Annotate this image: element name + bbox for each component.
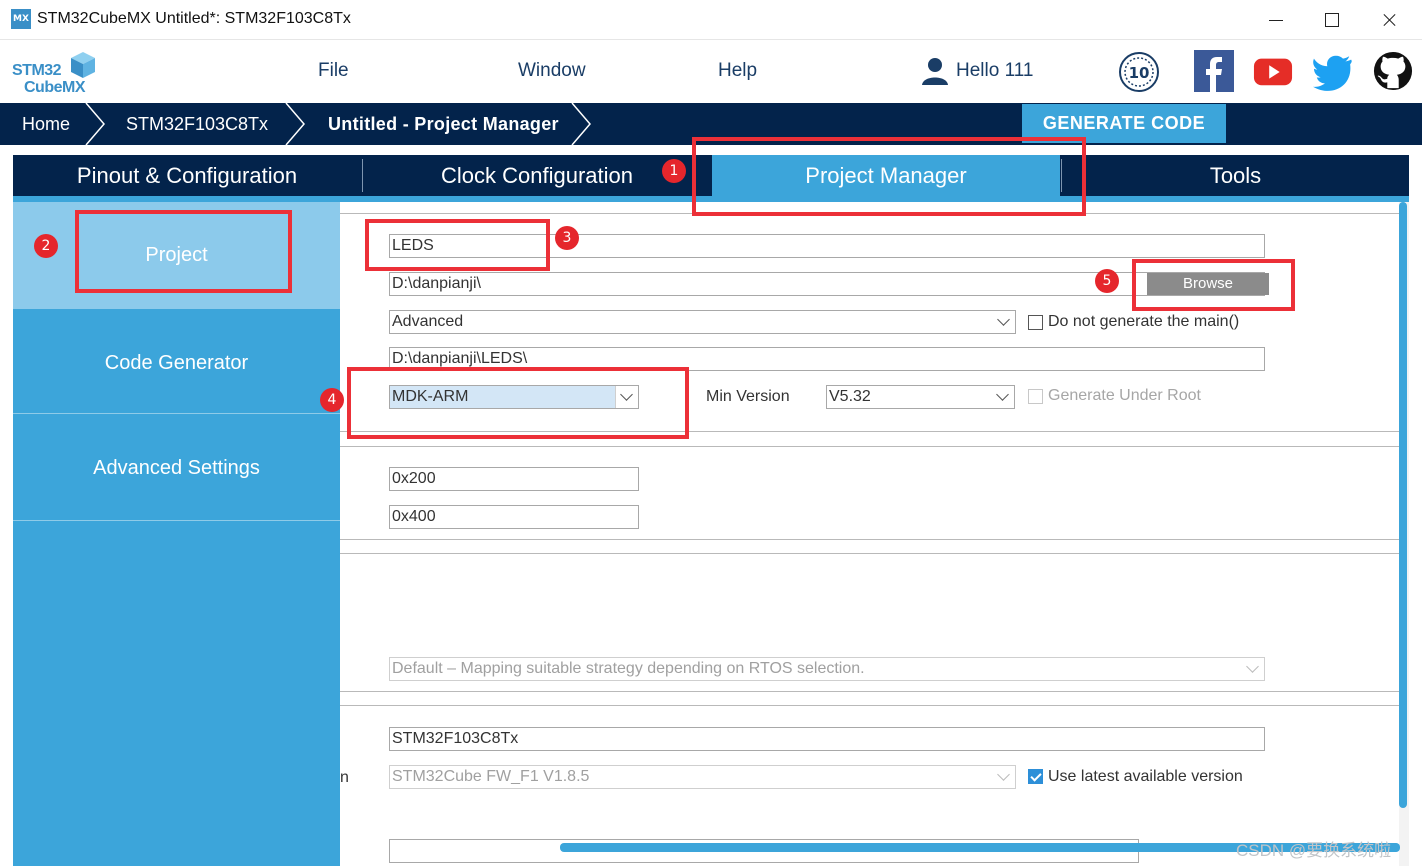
vertical-scrollbar[interactable] — [1399, 202, 1409, 866]
ten-year-badge-icon: 10 — [1119, 52, 1159, 92]
minimum-stack-size-field[interactable]: 0x400 — [389, 505, 639, 529]
tab-pinout-configuration[interactable]: Pinout & Configuration — [13, 155, 361, 196]
annotation-marker-4: 4 — [320, 388, 344, 412]
sidebar: Project Code Generator Advanced Settings — [13, 202, 340, 866]
annotation-marker-2: 2 — [34, 234, 58, 258]
sidebar-item-code-generator[interactable]: Code Generator — [13, 309, 340, 413]
clipped-label: n — [340, 769, 349, 786]
do-not-generate-main-label: Do not generate the main() — [1048, 313, 1240, 330]
menu-window[interactable]: Window — [518, 60, 586, 82]
section-divider — [340, 691, 1399, 692]
annotation-marker-1: 1 — [662, 159, 686, 183]
watermark: CSDN @要换系统啦 — [1236, 841, 1392, 860]
do-not-generate-main-checkbox[interactable] — [1028, 315, 1043, 330]
section-divider — [340, 705, 1399, 706]
chevron-right-icon — [571, 103, 591, 145]
minimize-button[interactable] — [1266, 8, 1290, 32]
use-latest-version-checkbox[interactable] — [1028, 769, 1043, 784]
badge-label: 10 — [1129, 64, 1150, 82]
sidebar-item-advanced-settings[interactable]: Advanced Settings — [13, 414, 340, 520]
user-greeting: Hello 111 — [956, 60, 1034, 81]
thread-safe-strategy-value: Default – Mapping suitable strategy depe… — [392, 660, 865, 677]
min-version-select[interactable]: V5.32 — [826, 385, 1015, 409]
firmware-package-select[interactable]: STM32Cube FW_F1 V1.8.5 — [389, 765, 1016, 789]
user-icon — [922, 58, 948, 85]
annotation-box-1 — [692, 137, 1086, 216]
breadcrumb-home[interactable]: Home — [22, 114, 70, 135]
thread-safe-strategy-select[interactable]: Default – Mapping suitable strategy depe… — [389, 657, 1265, 681]
stm32cubemx-logo: STM32 CubeMX — [10, 48, 100, 98]
annotation-box-4 — [347, 367, 689, 439]
annotation-box-5 — [1132, 259, 1295, 311]
use-latest-version-label: Use latest available version — [1048, 768, 1243, 785]
annotation-box-3 — [365, 219, 550, 271]
tab-clock-configuration[interactable]: Clock Configuration — [363, 155, 711, 196]
generate-under-root-label: Generate Under Root — [1048, 387, 1201, 404]
menu-file[interactable]: File — [318, 60, 349, 82]
chevron-down-icon — [997, 768, 1010, 781]
min-version-value: V5.32 — [829, 388, 871, 405]
maximize-button[interactable] — [1320, 8, 1344, 32]
chevron-down-icon — [996, 388, 1009, 401]
annotation-marker-5: 5 — [1095, 269, 1119, 293]
section-divider — [340, 553, 1399, 554]
cube-icon — [71, 52, 95, 78]
chevron-right-icon — [285, 103, 305, 145]
annotation-box-2 — [75, 210, 292, 293]
youtube-icon[interactable] — [1253, 50, 1293, 92]
vertical-scrollbar-thumb[interactable] — [1399, 202, 1407, 808]
github-icon[interactable] — [1373, 50, 1413, 92]
title-bar: MX STM32CubeMX Untitled*: STM32F103C8Tx — [0, 0, 1422, 40]
menu-bar: STM32 CubeMX File Window Help Hello 111 … — [0, 40, 1422, 103]
logo-line-2: CubeMX — [24, 79, 86, 96]
chevron-down-icon — [997, 313, 1010, 326]
chevron-right-icon — [85, 103, 105, 145]
chevron-down-icon — [1246, 660, 1259, 673]
app-icon: MX — [11, 9, 31, 29]
tab-tools[interactable]: Tools — [1062, 155, 1409, 196]
breadcrumb-project-manager[interactable]: Untitled - Project Manager — [328, 114, 559, 135]
sidebar-divider — [13, 520, 340, 521]
menu-help[interactable]: Help — [718, 60, 757, 82]
application-structure-select[interactable]: Advanced — [389, 310, 1016, 334]
logo-line-1: STM32 — [12, 62, 62, 79]
application-structure-value: Advanced — [392, 313, 464, 330]
facebook-icon[interactable] — [1194, 50, 1234, 92]
section-divider — [340, 539, 1399, 540]
close-button[interactable] — [1378, 8, 1402, 32]
breadcrumb-mcu[interactable]: STM32F103C8Tx — [126, 114, 268, 135]
firmware-package-value: STM32Cube FW_F1 V1.8.5 — [392, 768, 590, 785]
min-version-label: Min Version — [706, 388, 790, 405]
minimum-heap-size-field[interactable]: 0x200 — [389, 467, 639, 491]
window-title: STM32CubeMX Untitled*: STM32F103C8Tx — [37, 10, 351, 27]
twitter-icon[interactable] — [1313, 50, 1353, 92]
mcu-reference-field[interactable]: STM32F103C8Tx — [389, 727, 1265, 751]
section-divider — [340, 446, 1399, 447]
generate-under-root-checkbox[interactable] — [1028, 389, 1043, 404]
annotation-marker-3: 3 — [555, 226, 579, 250]
